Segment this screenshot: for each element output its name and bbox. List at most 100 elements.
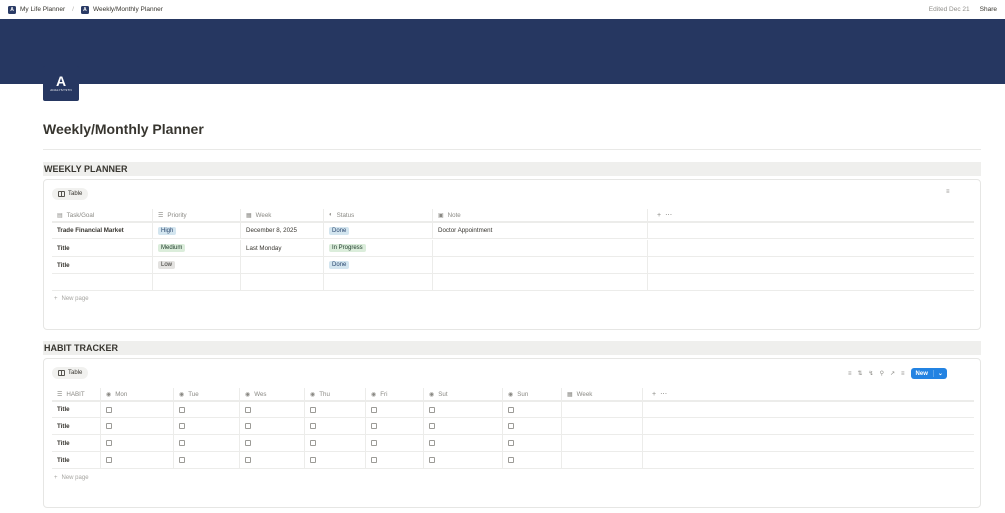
habit-tracker-heading[interactable]: HABIT TRACKER	[43, 341, 981, 355]
checkbox[interactable]	[508, 406, 514, 413]
checkbox[interactable]	[429, 423, 435, 429]
habit-title-cell[interactable]: Title	[52, 435, 101, 451]
column-header-status[interactable]: ◐ Status	[324, 209, 433, 221]
checkbox[interactable]	[245, 440, 251, 446]
table-row[interactable]: Title Medium Last Monday In Progress	[52, 240, 974, 257]
more-icon[interactable]: ⋯	[665, 211, 672, 219]
expand-icon[interactable]: ↗	[890, 370, 895, 377]
week-cell[interactable]	[562, 435, 643, 451]
status-cell[interactable]	[324, 274, 433, 290]
habit-row[interactable]: Title	[52, 452, 974, 469]
note-cell[interactable]	[433, 240, 648, 256]
checkbox[interactable]	[310, 440, 316, 446]
column-header-thu[interactable]: ◉ Thu	[305, 388, 366, 400]
habit-view-tab-table[interactable]: Table	[52, 367, 89, 379]
note-cell[interactable]: Doctor Appointment	[433, 223, 648, 238]
column-header-habit[interactable]: ☰ HABIT	[52, 388, 101, 400]
column-header-sun[interactable]: ◉ Sun	[503, 388, 562, 400]
column-header-note[interactable]: ▣ Note	[433, 209, 648, 221]
habit-title-cell[interactable]: Title	[52, 452, 101, 468]
checkbox[interactable]	[106, 406, 112, 413]
checkbox[interactable]	[106, 423, 112, 429]
habit-title-cell[interactable]: Title	[52, 402, 101, 417]
breadcrumb-item-my-life-planner[interactable]: My Life Planner	[20, 6, 65, 13]
status-cell[interactable]: Done	[324, 223, 433, 238]
new-page-button[interactable]: + New page	[54, 296, 89, 302]
checkbox[interactable]	[429, 440, 435, 446]
breadcrumb-item-weekly-monthly-planner[interactable]: Weekly/Monthly Planner	[93, 6, 163, 13]
note-cell[interactable]	[433, 257, 648, 273]
week-cell[interactable]	[562, 418, 643, 434]
task-cell[interactable]	[52, 274, 153, 290]
habit-title-cell[interactable]: Title	[52, 418, 101, 434]
checkbox[interactable]	[371, 440, 377, 446]
checkbox[interactable]	[245, 406, 251, 413]
column-header-sut[interactable]: ◉ Sut	[424, 388, 503, 400]
checkbox[interactable]	[508, 440, 514, 446]
new-page-button[interactable]: + New page	[54, 475, 89, 481]
weekly-view-tab-table[interactable]: Table	[52, 188, 89, 200]
week-cell[interactable]	[241, 274, 324, 290]
column-header-wes[interactable]: ◉ Wes	[240, 388, 305, 400]
week-cell[interactable]	[562, 452, 643, 468]
checkbox[interactable]	[245, 457, 251, 463]
priority-cell[interactable]: Low	[153, 257, 241, 273]
week-cell[interactable]	[562, 402, 643, 417]
priority-cell[interactable]: High	[153, 223, 241, 238]
checkbox[interactable]	[310, 457, 316, 463]
checkbox[interactable]	[106, 440, 112, 446]
page-icon[interactable]: A ANALYSYSTN	[43, 66, 79, 101]
table-row-empty[interactable]	[52, 274, 974, 291]
settings-icon[interactable]: ≡	[946, 189, 950, 195]
checkbox[interactable]	[179, 457, 185, 463]
checkbox[interactable]	[106, 457, 112, 463]
checkbox[interactable]	[179, 406, 185, 413]
task-cell[interactable]: Title	[52, 257, 153, 273]
checkbox[interactable]	[245, 423, 251, 429]
search-icon[interactable]: ⚲	[880, 370, 884, 377]
page-title[interactable]: Weekly/Monthly Planner	[43, 121, 204, 137]
checkbox[interactable]	[429, 457, 435, 463]
new-button[interactable]: New ⌄	[910, 368, 947, 379]
automation-icon[interactable]: ↯	[869, 370, 874, 377]
checkbox[interactable]	[310, 406, 316, 413]
status-cell[interactable]: In Progress	[324, 240, 433, 256]
habit-row[interactable]: Title	[52, 401, 974, 418]
column-header-week[interactable]: ▦ Week	[562, 388, 643, 400]
checkbox[interactable]	[310, 423, 316, 429]
chevron-down-icon[interactable]: ⌄	[932, 370, 947, 377]
table-row[interactable]: Trade Financial Market High December 8, …	[52, 222, 974, 239]
habit-row[interactable]: Title	[52, 418, 974, 435]
column-header-mon[interactable]: ◉ Mon	[101, 388, 174, 400]
column-header-week[interactable]: ▦ Week	[241, 209, 324, 221]
column-header-tue[interactable]: ◉ Tue	[174, 388, 240, 400]
priority-cell[interactable]: Medium	[153, 240, 241, 256]
checkbox[interactable]	[508, 423, 514, 429]
task-cell[interactable]: Title	[52, 240, 153, 256]
week-cell[interactable]: December 8, 2025	[241, 223, 324, 238]
priority-cell[interactable]	[153, 274, 241, 290]
checkbox[interactable]	[179, 423, 185, 429]
page-cover[interactable]	[0, 19, 1005, 84]
more-icon[interactable]: ⋯	[660, 390, 667, 398]
column-header-task[interactable]: ▤ Task/Goal	[52, 209, 153, 221]
add-column-icon[interactable]: +	[652, 391, 656, 398]
filter-icon[interactable]: ≡	[848, 371, 852, 377]
habit-row[interactable]: Title	[52, 435, 974, 452]
column-header-fri[interactable]: ◉ Fri	[366, 388, 424, 400]
weekly-planner-heading[interactable]: WEEKLY PLANNER	[43, 162, 981, 176]
status-cell[interactable]: Done	[324, 257, 433, 273]
table-row[interactable]: Title Low Done	[52, 257, 974, 274]
checkbox[interactable]	[429, 406, 435, 413]
column-header-priority[interactable]: ☰ Priority	[153, 209, 241, 221]
week-cell[interactable]: Last Monday	[241, 240, 324, 256]
task-cell[interactable]: Trade Financial Market	[52, 223, 153, 238]
checkbox[interactable]	[371, 406, 377, 413]
share-button[interactable]: Share	[980, 6, 997, 13]
add-column-icon[interactable]: +	[657, 212, 661, 219]
settings-icon[interactable]: ≡	[901, 371, 905, 377]
checkbox[interactable]	[508, 457, 514, 463]
week-cell[interactable]	[241, 257, 324, 273]
checkbox[interactable]	[179, 440, 185, 446]
checkbox[interactable]	[371, 457, 377, 463]
